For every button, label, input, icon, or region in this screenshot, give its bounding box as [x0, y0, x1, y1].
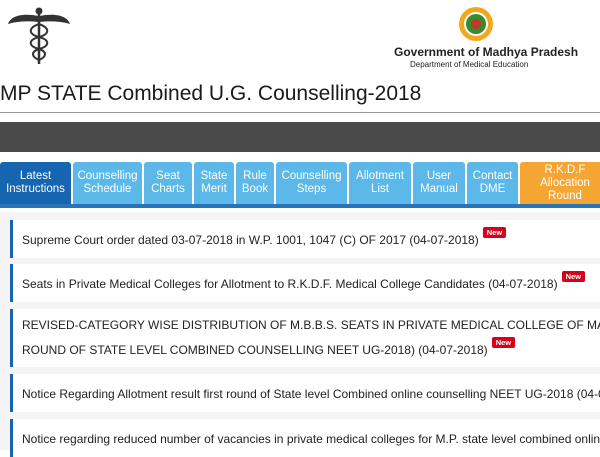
notice-item[interactable]: Seats in Private Medical Colleges for Al…: [10, 264, 600, 302]
new-badge: New: [561, 271, 586, 282]
notice-item[interactable]: REVISED-CATEGORY WISE DISTRIBUTION OF M.…: [10, 309, 600, 367]
notice-item[interactable]: Notice regarding reduced number of vacan…: [10, 419, 600, 457]
site-header: Government of Madhya Pradesh Department …: [0, 0, 600, 78]
main-tab-bar: Latest Instructions Counselling Schedule…: [0, 162, 600, 208]
notice-link-continued[interactable]: ROUND OF STATE LEVEL COMBINED COUNSELLIN…: [22, 343, 488, 357]
tab-state-merit[interactable]: State Merit: [194, 162, 234, 204]
notice-item[interactable]: Supreme Court order dated 03-07-2018 in …: [10, 220, 600, 258]
tab-seat-charts[interactable]: Seat Charts: [144, 162, 192, 204]
new-badge: New: [491, 337, 516, 348]
department-subtitle: Department of Medical Education: [410, 60, 529, 69]
title-divider: [0, 112, 600, 113]
tab-latest-instructions[interactable]: Latest Instructions: [0, 162, 71, 204]
new-badge: New: [482, 227, 507, 238]
notices-panel: Supreme Court order dated 03-07-2018 in …: [0, 212, 600, 457]
notice-link[interactable]: Seats in Private Medical Colleges for Al…: [22, 277, 558, 291]
tab-counselling-steps[interactable]: Counselling Steps: [276, 162, 347, 204]
page-title: MP STATE Combined U.G. Counselling-2018: [0, 82, 422, 105]
mp-government-emblem-icon: [459, 7, 493, 41]
tab-user-manual[interactable]: User Manual: [413, 162, 465, 204]
notice-link[interactable]: Supreme Court order dated 03-07-2018 in …: [22, 233, 479, 247]
notice-link[interactable]: Notice regarding reduced number of vacan…: [22, 432, 600, 446]
tab-counselling-schedule[interactable]: Counselling Schedule: [73, 162, 142, 204]
caduceus-logo-icon: [8, 7, 70, 64]
tab-allotment-list[interactable]: Allotment List: [349, 162, 411, 204]
notice-link[interactable]: Notice Regarding Allotment result first …: [22, 387, 600, 401]
tab-contact-dme[interactable]: Contact DME: [467, 162, 518, 204]
dark-banner-bar: [0, 122, 600, 152]
notice-link[interactable]: REVISED-CATEGORY WISE DISTRIBUTION OF M.…: [22, 315, 600, 335]
notice-item[interactable]: Notice Regarding Allotment result first …: [10, 374, 600, 412]
tab-rule-book[interactable]: Rule Book: [236, 162, 274, 204]
government-title: Government of Madhya Pradesh: [394, 45, 579, 59]
tab-rkdf-allocation-round[interactable]: R.K.D.F Allocation Round: [520, 162, 600, 204]
